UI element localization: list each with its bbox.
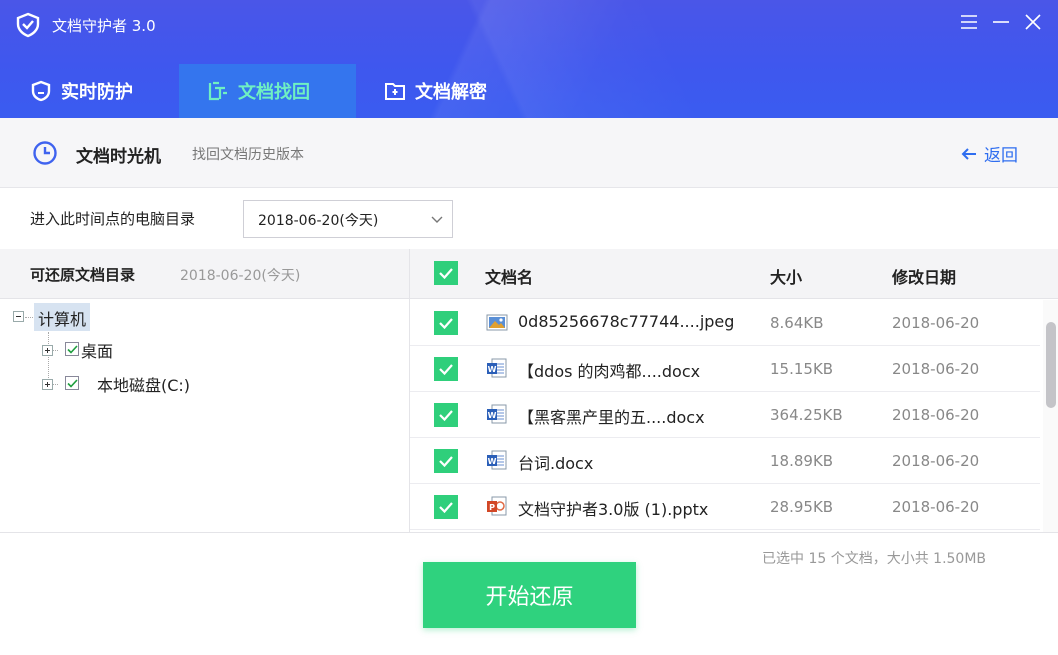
file-size: 8.64KB bbox=[770, 314, 824, 332]
menu-button[interactable] bbox=[956, 9, 982, 35]
image-file-icon bbox=[486, 314, 508, 331]
column-header-date[interactable]: 修改日期 bbox=[892, 264, 956, 288]
tree-node-computer[interactable]: 计算机 bbox=[34, 303, 91, 331]
table-row[interactable]: P 文档守护者3.0版 (1).pptx 28.95KB 2018-06-20 bbox=[410, 484, 1040, 530]
check-icon bbox=[67, 345, 78, 354]
file-size: 364.25KB bbox=[770, 406, 843, 424]
tab-document-recovery[interactable]: 文档找回 bbox=[179, 64, 356, 118]
row-checkbox[interactable] bbox=[434, 495, 458, 519]
word-file-icon: W bbox=[487, 450, 507, 470]
check-icon bbox=[439, 410, 453, 422]
file-date: 2018-06-20 bbox=[892, 314, 980, 332]
file-date: 2018-06-20 bbox=[892, 498, 980, 516]
back-button[interactable]: 返回 bbox=[960, 141, 1018, 166]
folder-unlock-icon bbox=[385, 83, 405, 100]
start-restore-button[interactable]: 开始还原 bbox=[423, 562, 636, 628]
tree-expand-toggle[interactable] bbox=[42, 345, 53, 356]
column-header-size[interactable]: 大小 bbox=[770, 264, 802, 288]
check-icon bbox=[439, 502, 453, 514]
tree-connector bbox=[48, 332, 49, 384]
check-icon bbox=[439, 456, 453, 468]
table-row[interactable]: 0d85256678c77744....jpeg 8.64KB 2018-06-… bbox=[410, 300, 1040, 346]
file-table-header: 文档名 大小 修改日期 bbox=[410, 249, 1058, 299]
tree-panel-date: 2018-06-20(今天) bbox=[180, 268, 301, 284]
tab-document-decrypt[interactable]: 文档解密 bbox=[384, 64, 487, 118]
tree-panel-title: 可还原文档目录 bbox=[30, 266, 136, 284]
word-file-icon: W bbox=[487, 358, 507, 378]
arrow-left-icon bbox=[961, 147, 976, 160]
check-icon bbox=[439, 318, 453, 330]
file-name: 0d85256678c77744....jpeg bbox=[518, 312, 735, 331]
file-date: 2018-06-20 bbox=[892, 406, 980, 424]
footer-divider bbox=[0, 532, 1058, 533]
file-name: 【ddos 的肉鸡都....docx bbox=[518, 362, 701, 381]
file-name: 文档守护者3.0版 (1).pptx bbox=[518, 500, 709, 519]
file-date: 2018-06-20 bbox=[892, 452, 980, 470]
tree-node-local-disk[interactable]: 本地磁盘(C:) bbox=[97, 372, 190, 396]
menu-icon bbox=[961, 15, 977, 29]
word-file-icon: W bbox=[487, 404, 507, 424]
check-icon bbox=[67, 379, 78, 388]
table-row[interactable]: W 【ddos 的肉鸡都....docx 15.15KB 2018-06-20 bbox=[410, 346, 1040, 392]
back-label: 返回 bbox=[984, 146, 1018, 166]
tree-node-desktop[interactable]: 桌面 bbox=[81, 338, 113, 362]
tab-realtime-protection[interactable]: 实时防护 bbox=[30, 64, 133, 118]
tree-collapse-toggle[interactable] bbox=[13, 311, 24, 322]
scrollbar-thumb[interactable] bbox=[1046, 322, 1056, 408]
time-machine-header: 文档时光机 找回文档历史版本 返回 bbox=[0, 118, 1058, 188]
minimize-button[interactable] bbox=[988, 9, 1014, 35]
file-name: 【黑客黑产里的五....docx bbox=[518, 408, 705, 427]
tab-label: 文档找回 bbox=[238, 82, 310, 103]
app-logo-icon bbox=[16, 12, 40, 38]
tree-checkbox-desktop[interactable] bbox=[65, 342, 79, 356]
table-row[interactable]: W 【黑客黑产里的五....docx 364.25KB 2018-06-20 bbox=[410, 392, 1040, 438]
row-checkbox[interactable] bbox=[434, 311, 458, 335]
check-icon bbox=[439, 364, 453, 376]
title-bar: 文档守护者 3.0 bbox=[0, 0, 1058, 50]
minimize-icon bbox=[993, 21, 1009, 23]
close-icon bbox=[1025, 14, 1041, 30]
table-row[interactable]: W 台词.docx 18.89KB 2018-06-20 bbox=[410, 438, 1040, 484]
date-select[interactable]: 2018-06-20(今天) bbox=[243, 200, 453, 238]
page-title: 文档时光机 bbox=[76, 147, 161, 167]
row-checkbox[interactable] bbox=[434, 449, 458, 473]
date-picker-label: 进入此时间点的电脑目录 bbox=[30, 210, 196, 228]
file-size: 18.89KB bbox=[770, 452, 834, 470]
svg-text:W: W bbox=[488, 365, 497, 374]
tab-label: 实时防护 bbox=[61, 82, 133, 103]
file-size: 15.15KB bbox=[770, 360, 834, 378]
svg-text:W: W bbox=[488, 457, 497, 466]
tree-expand-toggle[interactable] bbox=[42, 379, 53, 390]
check-icon bbox=[439, 268, 453, 280]
date-select-value: 2018-06-20(今天) bbox=[258, 213, 379, 229]
page-description: 找回文档历史版本 bbox=[192, 147, 304, 163]
row-checkbox[interactable] bbox=[434, 357, 458, 381]
file-name: 台词.docx bbox=[518, 454, 594, 473]
clock-icon bbox=[33, 141, 57, 165]
app-header: 文档守护者 3.0 实时防护 文档找回 文档解密 bbox=[0, 0, 1058, 118]
tree-checkbox-local-disk[interactable] bbox=[65, 376, 79, 390]
svg-text:P: P bbox=[489, 503, 495, 512]
app-title: 文档守护者 3.0 bbox=[52, 17, 156, 35]
chevron-down-icon bbox=[431, 216, 443, 223]
file-size: 28.95KB bbox=[770, 498, 834, 516]
tree-connector bbox=[25, 317, 33, 318]
file-date: 2018-06-20 bbox=[892, 360, 980, 378]
close-button[interactable] bbox=[1020, 9, 1046, 35]
select-all-checkbox[interactable] bbox=[434, 261, 458, 285]
row-checkbox[interactable] bbox=[434, 403, 458, 427]
powerpoint-file-icon: P bbox=[487, 496, 507, 516]
column-header-name[interactable]: 文档名 bbox=[485, 264, 533, 288]
tab-label: 文档解密 bbox=[415, 82, 487, 103]
svg-text:W: W bbox=[488, 411, 497, 420]
main-tabs: 实时防护 文档找回 文档解密 bbox=[0, 64, 1058, 118]
recover-icon bbox=[208, 81, 227, 101]
file-table-body: 0d85256678c77744....jpeg 8.64KB 2018-06-… bbox=[410, 300, 1040, 532]
tree-panel-header: 可还原文档目录 2018-06-20(今天) bbox=[0, 249, 409, 299]
selection-summary: 已选中 15 个文档，大小共 1.50MB bbox=[762, 551, 987, 567]
directory-tree bbox=[0, 300, 409, 532]
shield-icon bbox=[31, 80, 51, 102]
